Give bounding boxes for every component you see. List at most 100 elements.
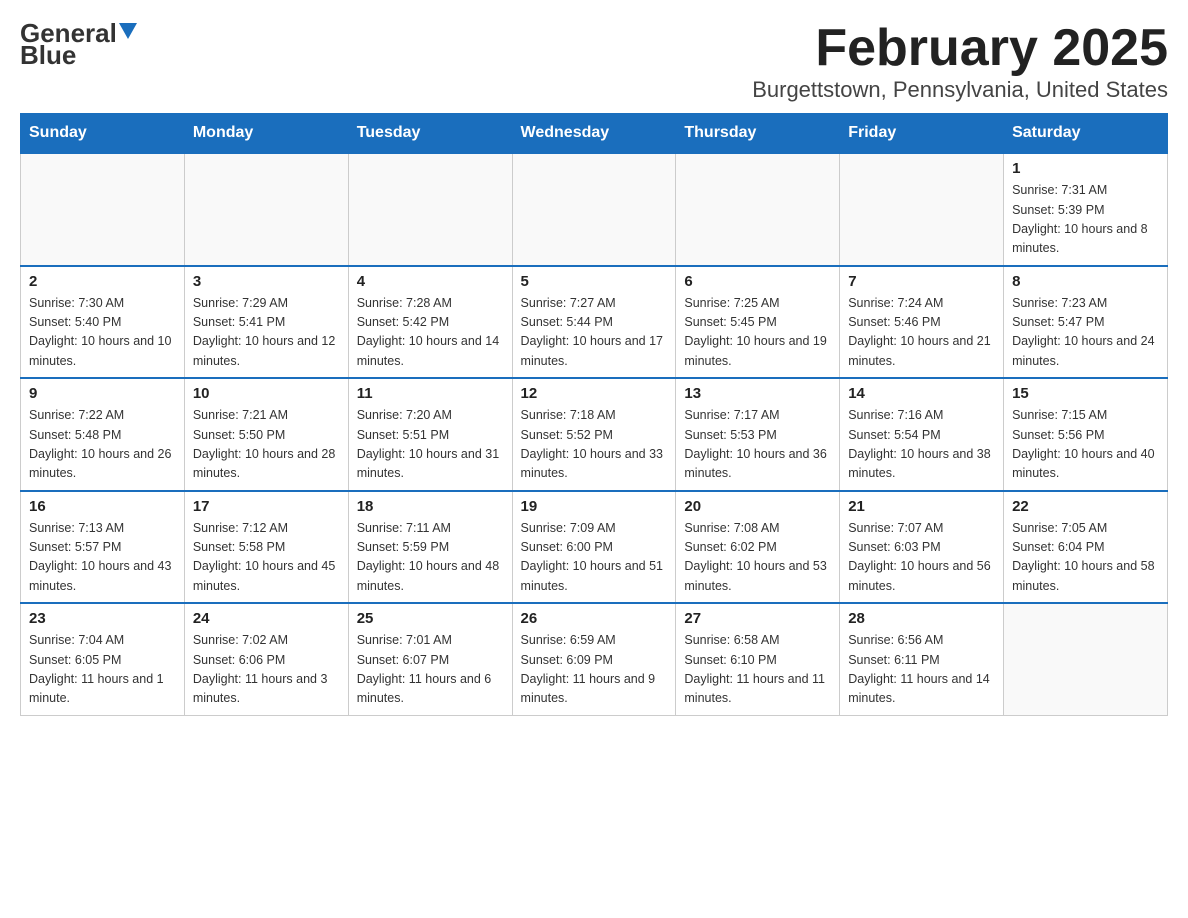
calendar-cell: 8 Sunrise: 7:23 AMSunset: 5:47 PMDaylight… — [1004, 266, 1168, 379]
day-number: 12 — [521, 385, 668, 402]
calendar-cell: 15 Sunrise: 7:15 AMSunset: 5:56 PMDayligh… — [1004, 378, 1168, 491]
day-number: 20 — [684, 498, 831, 515]
calendar-cell: 28Sunrise: 6:56 AMSunset: 6:11 PMDayligh… — [840, 603, 1004, 715]
day-info: Sunrise: 6:59 AMSunset: 6:09 PMDaylight:… — [521, 631, 668, 709]
day-number: 6 — [684, 273, 831, 290]
calendar-cell: 10Sunrise: 7:21 AMSunset: 5:50 PMDayligh… — [184, 378, 348, 491]
calendar-cell — [840, 153, 1004, 266]
calendar-cell: 14 Sunrise: 7:16 AMSunset: 5:54 PMDayligh… — [840, 378, 1004, 491]
day-info: Sunrise: 6:56 AMSunset: 6:11 PMDaylight:… — [848, 631, 995, 709]
day-info: Sunrise: 7:21 AMSunset: 5:50 PMDaylight:… — [193, 406, 340, 484]
day-info: Sunrise: 6:58 AMSunset: 6:10 PMDaylight:… — [684, 631, 831, 709]
day-info: Sunrise: 7:24 AMSunset: 5:46 PMDaylight:… — [848, 294, 995, 372]
calendar-cell: 21Sunrise: 7:07 AMSunset: 6:03 PMDayligh… — [840, 491, 1004, 604]
day-number: 7 — [848, 273, 995, 290]
day-number: 1 — [1012, 160, 1159, 177]
day-info: Sunrise: 7:18 AMSunset: 5:52 PMDaylight:… — [521, 406, 668, 484]
calendar-cell: 16 Sunrise: 7:13 AMSunset: 5:57 PMDayligh… — [21, 491, 185, 604]
header-thursday: Thursday — [676, 114, 840, 154]
calendar-cell: 2Sunrise: 7:30 AMSunset: 5:40 PMDaylight… — [21, 266, 185, 379]
calendar-cell: 3 Sunrise: 7:29 AMSunset: 5:41 PMDaylight… — [184, 266, 348, 379]
header-saturday: Saturday — [1004, 114, 1168, 154]
calendar-cell — [184, 153, 348, 266]
day-info: Sunrise: 7:25 AMSunset: 5:45 PMDaylight:… — [684, 294, 831, 372]
calendar-cell: 17 Sunrise: 7:12 AMSunset: 5:58 PMDayligh… — [184, 491, 348, 604]
month-title: February 2025 — [752, 20, 1168, 77]
day-number: 11 — [357, 385, 504, 402]
day-number: 19 — [521, 498, 668, 515]
week-row-2: 2Sunrise: 7:30 AMSunset: 5:40 PMDaylight… — [21, 266, 1168, 379]
calendar-table: Sunday Monday Tuesday Wednesday Thursday… — [20, 113, 1168, 716]
day-info: Sunrise: 7:23 AMSunset: 5:47 PMDaylight:… — [1012, 294, 1159, 372]
day-number: 18 — [357, 498, 504, 515]
calendar-cell: 27 Sunrise: 6:58 AMSunset: 6:10 PMDayligh… — [676, 603, 840, 715]
day-number: 16 — [29, 498, 176, 515]
day-info: Sunrise: 7:08 AMSunset: 6:02 PMDaylight:… — [684, 519, 831, 597]
day-info: Sunrise: 7:07 AMSunset: 6:03 PMDaylight:… — [848, 519, 995, 597]
day-info: Sunrise: 7:20 AMSunset: 5:51 PMDaylight:… — [357, 406, 504, 484]
calendar-cell: 12 Sunrise: 7:18 AMSunset: 5:52 PMDayligh… — [512, 378, 676, 491]
calendar-cell — [21, 153, 185, 266]
day-info: Sunrise: 7:04 AMSunset: 6:05 PMDaylight:… — [29, 631, 176, 709]
calendar-cell: 1 Sunrise: 7:31 AMSunset: 5:39 PMDaylight… — [1004, 153, 1168, 266]
calendar-cell — [348, 153, 512, 266]
calendar-cell — [512, 153, 676, 266]
calendar-cell: 22 Sunrise: 7:05 AMSunset: 6:04 PMDayligh… — [1004, 491, 1168, 604]
calendar-cell: 20 Sunrise: 7:08 AMSunset: 6:02 PMDayligh… — [676, 491, 840, 604]
header-sunday: Sunday — [21, 114, 185, 154]
day-number: 5 — [521, 273, 668, 290]
logo-area: General Blue — [20, 20, 137, 68]
calendar-cell: 25Sunrise: 7:01 AMSunset: 6:07 PMDayligh… — [348, 603, 512, 715]
day-info: Sunrise: 7:16 AMSunset: 5:54 PMDaylight:… — [848, 406, 995, 484]
day-number: 3 — [193, 273, 340, 290]
day-number: 25 — [357, 610, 504, 627]
calendar-cell: 5 Sunrise: 7:27 AMSunset: 5:44 PMDaylight… — [512, 266, 676, 379]
location-title: Burgettstown, Pennsylvania, United State… — [752, 77, 1168, 103]
header-tuesday: Tuesday — [348, 114, 512, 154]
week-row-4: 16 Sunrise: 7:13 AMSunset: 5:57 PMDayligh… — [21, 491, 1168, 604]
day-info: Sunrise: 7:17 AMSunset: 5:53 PMDaylight:… — [684, 406, 831, 484]
day-number: 8 — [1012, 273, 1159, 290]
day-number: 14 — [848, 385, 995, 402]
day-number: 23 — [29, 610, 176, 627]
calendar-cell: 24 Sunrise: 7:02 AMSunset: 6:06 PMDayligh… — [184, 603, 348, 715]
calendar-cell: 9Sunrise: 7:22 AMSunset: 5:48 PMDaylight… — [21, 378, 185, 491]
day-info: Sunrise: 7:28 AMSunset: 5:42 PMDaylight:… — [357, 294, 504, 372]
calendar-cell: 4 Sunrise: 7:28 AMSunset: 5:42 PMDaylight… — [348, 266, 512, 379]
day-number: 4 — [357, 273, 504, 290]
day-info: Sunrise: 7:11 AMSunset: 5:59 PMDaylight:… — [357, 519, 504, 597]
calendar-cell: 13Sunrise: 7:17 AMSunset: 5:53 PMDayligh… — [676, 378, 840, 491]
calendar-cell — [1004, 603, 1168, 715]
logo-blue: Blue — [20, 42, 76, 68]
week-row-1: 1 Sunrise: 7:31 AMSunset: 5:39 PMDaylight… — [21, 153, 1168, 266]
day-info: Sunrise: 7:02 AMSunset: 6:06 PMDaylight:… — [193, 631, 340, 709]
week-row-3: 9Sunrise: 7:22 AMSunset: 5:48 PMDaylight… — [21, 378, 1168, 491]
day-info: Sunrise: 7:31 AMSunset: 5:39 PMDaylight:… — [1012, 181, 1159, 259]
logo-triangle-icon — [119, 23, 137, 39]
day-number: 9 — [29, 385, 176, 402]
day-number: 22 — [1012, 498, 1159, 515]
day-number: 15 — [1012, 385, 1159, 402]
day-info: Sunrise: 7:29 AMSunset: 5:41 PMDaylight:… — [193, 294, 340, 372]
day-info: Sunrise: 7:05 AMSunset: 6:04 PMDaylight:… — [1012, 519, 1159, 597]
day-number: 24 — [193, 610, 340, 627]
header-monday: Monday — [184, 114, 348, 154]
header-friday: Friday — [840, 114, 1004, 154]
day-number: 17 — [193, 498, 340, 515]
calendar-cell — [676, 153, 840, 266]
calendar-cell: 11 Sunrise: 7:20 AMSunset: 5:51 PMDayligh… — [348, 378, 512, 491]
weekday-header-row: Sunday Monday Tuesday Wednesday Thursday… — [21, 114, 1168, 154]
week-row-5: 23 Sunrise: 7:04 AMSunset: 6:05 PMDayligh… — [21, 603, 1168, 715]
day-info: Sunrise: 7:09 AMSunset: 6:00 PMDaylight:… — [521, 519, 668, 597]
calendar-cell: 18 Sunrise: 7:11 AMSunset: 5:59 PMDayligh… — [348, 491, 512, 604]
day-info: Sunrise: 7:13 AMSunset: 5:57 PMDaylight:… — [29, 519, 176, 597]
day-info: Sunrise: 7:12 AMSunset: 5:58 PMDaylight:… — [193, 519, 340, 597]
calendar-cell: 7 Sunrise: 7:24 AMSunset: 5:46 PMDaylight… — [840, 266, 1004, 379]
calendar-cell: 6 Sunrise: 7:25 AMSunset: 5:45 PMDaylight… — [676, 266, 840, 379]
calendar-cell: 19 Sunrise: 7:09 AMSunset: 6:00 PMDayligh… — [512, 491, 676, 604]
day-info: Sunrise: 7:15 AMSunset: 5:56 PMDaylight:… — [1012, 406, 1159, 484]
day-number: 27 — [684, 610, 831, 627]
calendar-cell: 23 Sunrise: 7:04 AMSunset: 6:05 PMDayligh… — [21, 603, 185, 715]
day-info: Sunrise: 7:27 AMSunset: 5:44 PMDaylight:… — [521, 294, 668, 372]
day-number: 26 — [521, 610, 668, 627]
